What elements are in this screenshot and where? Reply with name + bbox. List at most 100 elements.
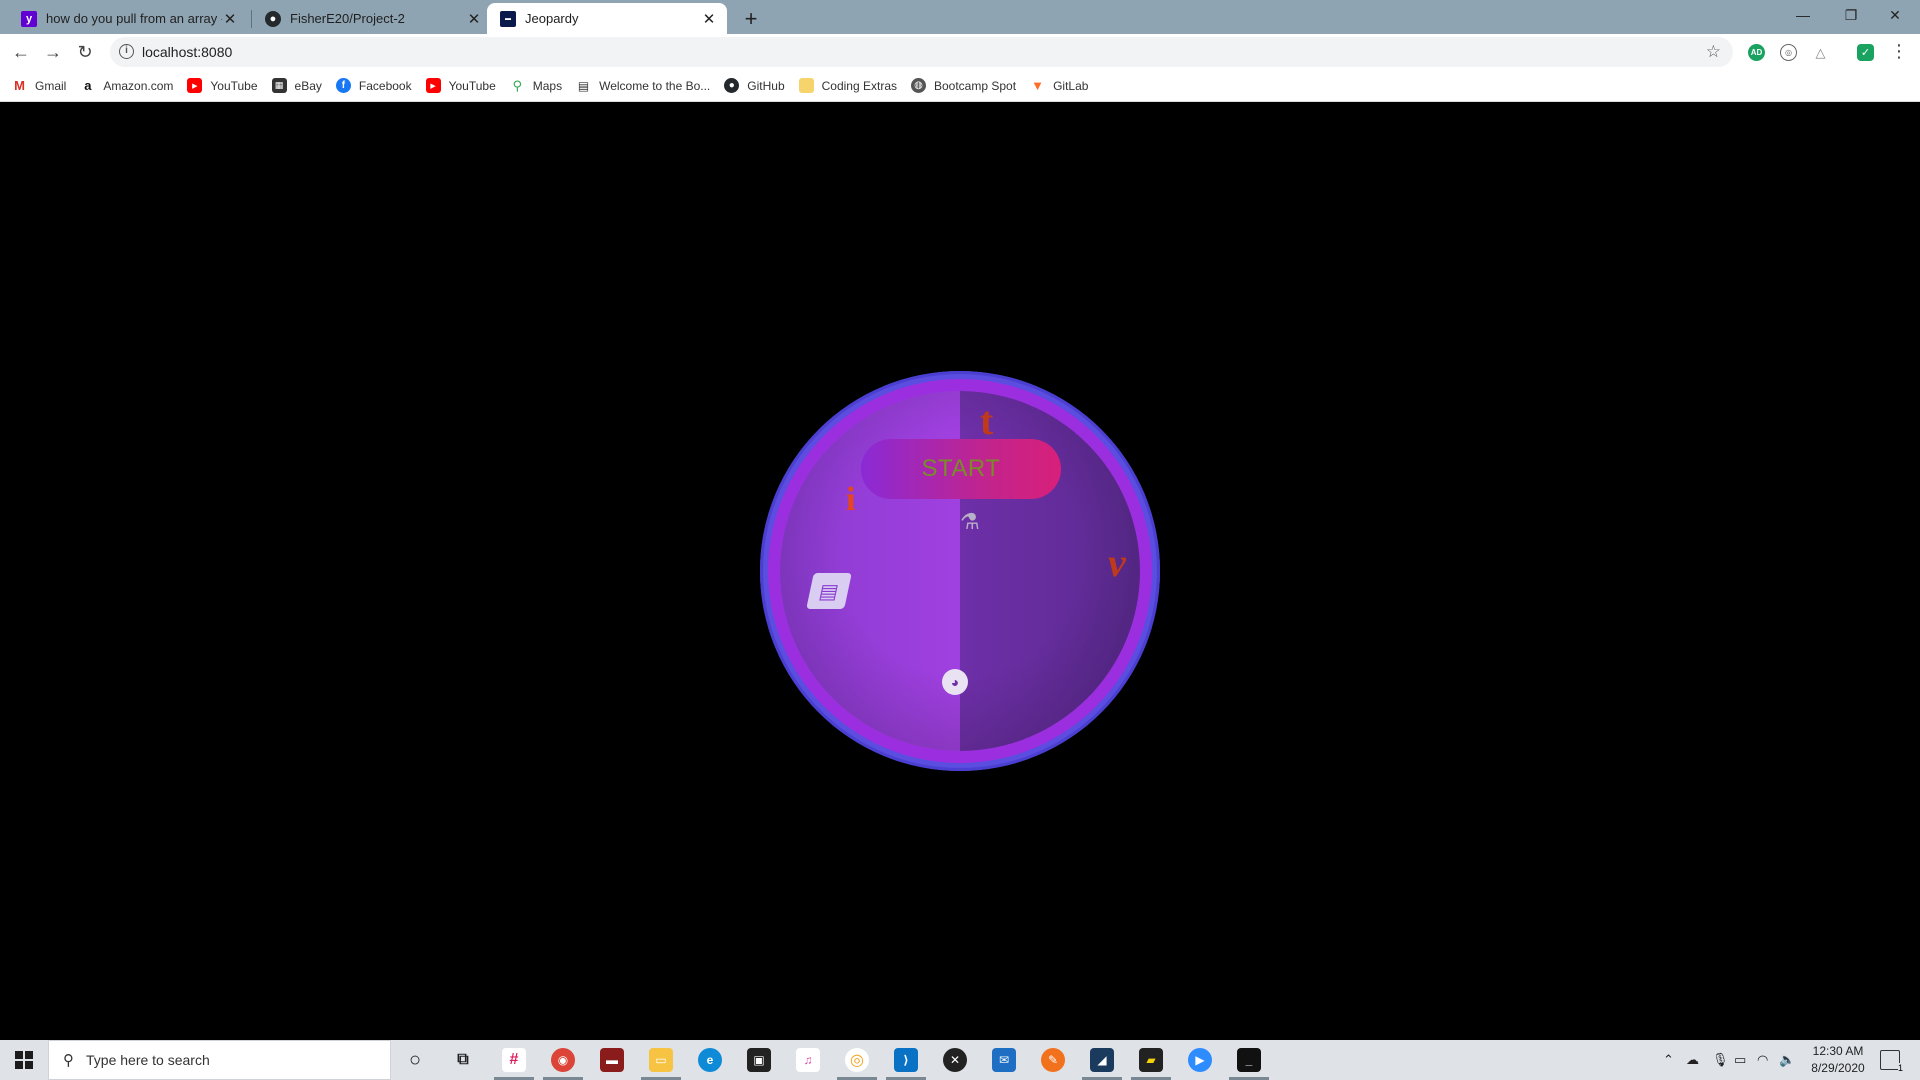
- edge-icon[interactable]: e: [698, 1048, 722, 1072]
- bookmark-star-icon[interactable]: ☆: [1706, 42, 1721, 62]
- chrome-canary-icon[interactable]: ◎: [845, 1048, 869, 1072]
- tab-github-project[interactable]: ● FisherE20/Project-2 ✕: [252, 3, 492, 34]
- onedrive-icon[interactable]: ☁: [1686, 1040, 1699, 1080]
- jeopardy-icon: ▬: [500, 10, 516, 27]
- youtube-icon: ▶: [425, 78, 441, 93]
- back-button[interactable]: ←: [9, 40, 33, 64]
- bookmark-gmail[interactable]: M Gmail: [12, 78, 66, 93]
- tab-strip: y how do you pull from an array - ✕ ● Fi…: [0, 0, 1920, 34]
- bookmark-facebook[interactable]: f Facebook: [335, 78, 412, 93]
- browser-toolbar: ← → ↻ i localhost:8080 ☆ AD ◎ △ ✓ ⋮: [0, 34, 1920, 70]
- address-bar[interactable]: i localhost:8080 ☆: [110, 37, 1733, 67]
- windows-taskbar: ⚲ Type here to search ○ ⧉ # ◉ ▬ ▭ e ▣ ♫ …: [0, 1040, 1920, 1080]
- bookmark-label: Amazon.com: [103, 78, 174, 93]
- close-icon[interactable]: ✕: [222, 11, 238, 28]
- taskbar-clock[interactable]: 12:30 AM 8/29/2020: [1798, 1043, 1878, 1077]
- minimize-button[interactable]: —: [1780, 0, 1826, 30]
- close-window-button[interactable]: ✕: [1872, 0, 1918, 30]
- bookmark-label: Gmail: [35, 78, 67, 93]
- zoom-icon[interactable]: ▶: [1188, 1048, 1212, 1072]
- close-icon[interactable]: ✕: [466, 11, 482, 28]
- tab-title: Jeopardy: [525, 11, 579, 26]
- github-icon: ●: [724, 78, 740, 93]
- tab-jeopardy[interactable]: ▬ Jeopardy ✕: [487, 3, 727, 34]
- folder-icon: [798, 78, 814, 93]
- terminal-icon[interactable]: _: [1237, 1048, 1261, 1072]
- info-icon: i: [846, 481, 856, 518]
- app-icon[interactable]: ▬: [600, 1048, 624, 1072]
- sticky-notes-icon[interactable]: ▰: [1139, 1048, 1163, 1072]
- new-tab-button[interactable]: +: [738, 6, 764, 32]
- bookmark-bootcamp-spot[interactable]: ◍ Bootcamp Spot: [911, 78, 1016, 93]
- bookmark-gitlab[interactable]: ▼ GitLab: [1030, 78, 1088, 93]
- gmail-icon: M: [14, 78, 25, 93]
- search-icon: ⚲: [63, 1052, 74, 1069]
- volume-icon[interactable]: 🔈: [1779, 1040, 1795, 1080]
- browser-menu-icon[interactable]: ⋮: [1890, 41, 1908, 62]
- cortana-icon[interactable]: ○: [403, 1048, 427, 1072]
- forward-button[interactable]: →: [41, 40, 65, 64]
- windows-logo-icon: [15, 1051, 33, 1069]
- clock-date: 8/29/2020: [1811, 1061, 1865, 1075]
- tab-title: how do you pull from an array -: [46, 11, 222, 26]
- bookmark-ebay[interactable]: ▦ eBay: [271, 78, 322, 93]
- url-text[interactable]: localhost:8080: [142, 44, 232, 60]
- battery-icon[interactable]: ▭: [1734, 1040, 1746, 1080]
- flask-icon: ⚗: [960, 509, 980, 534]
- shield-extension-icon[interactable]: ✓: [1857, 44, 1874, 61]
- wheel-ring: t i v ▤ ⚗ ◕: [768, 379, 1152, 763]
- bookmark-youtube-2[interactable]: ▶ YouTube: [425, 78, 496, 93]
- notification-count: 1: [1897, 1063, 1903, 1073]
- book-icon: ▤: [577, 78, 590, 93]
- tray-chevron-icon[interactable]: ⌃: [1663, 1040, 1674, 1080]
- bookmarks-bar: M Gmail a Amazon.com ▶ YouTube ▦ eBay f Faceb…: [0, 70, 1920, 102]
- file-explorer-icon[interactable]: ▭: [649, 1048, 673, 1072]
- mysql-icon[interactable]: ◢: [1090, 1048, 1114, 1072]
- bookmark-maps[interactable]: ⚲ Maps: [510, 78, 562, 93]
- github-icon: ●: [265, 10, 281, 27]
- taskbar-search-input[interactable]: ⚲ Type here to search: [48, 1040, 391, 1080]
- task-view-icon[interactable]: ⧉: [451, 1048, 475, 1072]
- reload-button[interactable]: ↻: [73, 40, 97, 64]
- bookmark-label: Welcome to the Bo...: [599, 78, 711, 93]
- info-icon[interactable]: i: [119, 44, 134, 59]
- bookmark-amazon[interactable]: a Amazon.com: [80, 78, 173, 93]
- chrome-icon[interactable]: ◉: [551, 1048, 575, 1072]
- notification-center-icon[interactable]: 1: [1880, 1050, 1903, 1073]
- wifi-icon[interactable]: ◠: [1757, 1040, 1768, 1080]
- bookmark-label: Facebook: [358, 78, 412, 93]
- amazon-icon: a: [84, 78, 92, 93]
- bookmark-label: eBay: [294, 78, 322, 93]
- globe-icon: ◍: [911, 78, 926, 93]
- bookmark-github[interactable]: ● GitHub: [724, 78, 785, 93]
- windows-start-button[interactable]: [0, 1040, 48, 1080]
- extension-icon[interactable]: ◎: [1780, 44, 1797, 61]
- jeopardy-page: t i v ▤ ⚗ ◕: [0, 103, 1920, 1039]
- adblock-extension-icon[interactable]: AD: [1748, 44, 1765, 61]
- start-button[interactable]: START: [861, 439, 1061, 499]
- xbox-icon[interactable]: ✕: [943, 1048, 967, 1072]
- bookmark-label: GitLab: [1053, 78, 1089, 93]
- category-wheel[interactable]: t i v ▤ ⚗ ◕: [760, 371, 1160, 771]
- tab-yahoo-search[interactable]: y how do you pull from an array - ✕: [8, 3, 248, 34]
- postman-icon[interactable]: ✎: [1041, 1048, 1065, 1072]
- bookmark-coding-extras[interactable]: Coding Extras: [798, 78, 897, 93]
- restore-button[interactable]: ❐: [1828, 0, 1874, 30]
- book-icon: ▤: [806, 573, 852, 609]
- youtube-icon: ▶: [187, 78, 203, 93]
- facebook-icon: f: [335, 78, 351, 93]
- bookmark-bootcamp-welcome[interactable]: ▤ Welcome to the Bo...: [576, 78, 710, 93]
- store-icon[interactable]: ▣: [747, 1048, 771, 1072]
- itunes-icon[interactable]: ♫: [796, 1048, 820, 1072]
- globe-icon: ◕: [942, 669, 968, 695]
- drive-extension-icon[interactable]: △: [1812, 44, 1829, 61]
- bookmark-youtube[interactable]: ▶ YouTube: [187, 78, 258, 93]
- tab-title: FisherE20/Project-2: [290, 11, 405, 26]
- bookmark-label: YouTube: [210, 78, 258, 93]
- vscode-icon[interactable]: ⟩: [894, 1048, 918, 1072]
- slack-icon[interactable]: #: [502, 1048, 526, 1072]
- search-placeholder: Type here to search: [86, 1052, 210, 1068]
- microphone-icon[interactable]: 🎙: [1712, 1040, 1729, 1080]
- close-icon[interactable]: ✕: [701, 11, 717, 28]
- mail-icon[interactable]: ✉: [992, 1048, 1016, 1072]
